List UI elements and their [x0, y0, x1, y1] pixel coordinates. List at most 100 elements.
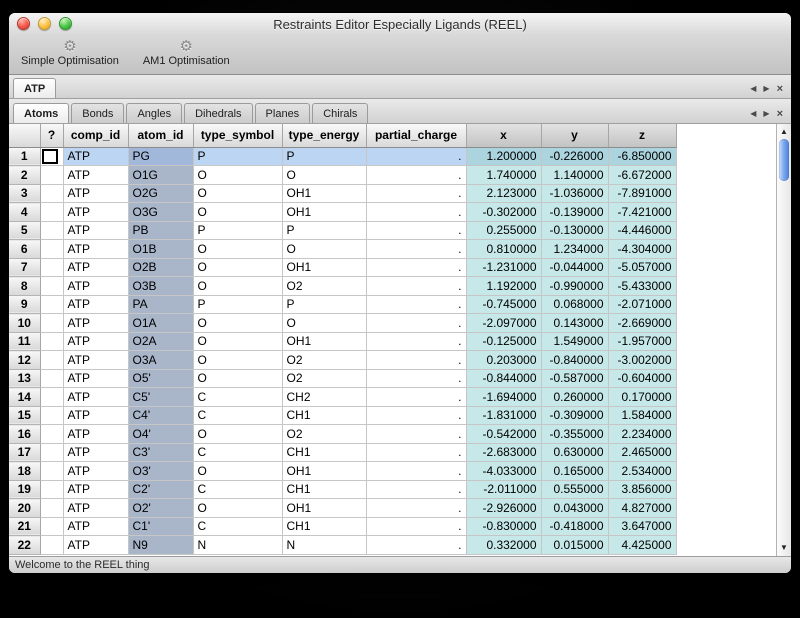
type-energy-cell[interactable]: CH1 [282, 517, 366, 536]
comp-id-cell[interactable]: ATP [63, 351, 128, 370]
check-cell[interactable] [40, 166, 63, 185]
check-cell[interactable] [40, 277, 63, 296]
z-cell[interactable]: -4.304000 [608, 240, 676, 259]
z-cell[interactable]: -1.957000 [608, 332, 676, 351]
tab-scroll-right-icon[interactable]: ▶ [763, 109, 769, 119]
y-cell[interactable]: 1.234000 [541, 240, 608, 259]
z-cell[interactable]: 4.425000 [608, 536, 676, 555]
type-symbol-cell[interactable]: O [193, 258, 282, 277]
z-cell[interactable]: -3.002000 [608, 351, 676, 370]
partial-charge-cell[interactable]: . [366, 221, 466, 240]
table-row[interactable]: 9 ATP PA P P . -0.745000 0.068000 -2.071… [9, 295, 676, 314]
atom-id-cell[interactable]: O1G [128, 166, 193, 185]
z-cell[interactable]: -2.669000 [608, 314, 676, 333]
type-symbol-cell[interactable]: O [193, 240, 282, 259]
partial-charge-cell[interactable]: . [366, 277, 466, 296]
comp-id-cell[interactable]: ATP [63, 462, 128, 481]
atom-id-cell[interactable]: O4' [128, 425, 193, 444]
z-cell[interactable]: 4.827000 [608, 499, 676, 518]
col-header-x[interactable]: x [466, 124, 541, 147]
type-energy-cell[interactable]: O [282, 166, 366, 185]
check-cell[interactable] [40, 499, 63, 518]
tab-atoms[interactable]: Atoms [13, 103, 69, 123]
partial-charge-cell[interactable]: . [366, 332, 466, 351]
type-symbol-cell[interactable]: P [193, 221, 282, 240]
atom-id-cell[interactable]: PA [128, 295, 193, 314]
table-row[interactable]: 19 ATP C2' C CH1 . -2.011000 0.555000 3.… [9, 480, 676, 499]
y-cell[interactable]: 0.165000 [541, 462, 608, 481]
comp-id-cell[interactable]: ATP [63, 480, 128, 499]
partial-charge-cell[interactable]: . [366, 258, 466, 277]
scroll-down-icon[interactable]: ▼ [777, 542, 791, 554]
scrollbar-thumb[interactable] [779, 139, 789, 181]
table-row[interactable]: 17 ATP C3' C CH1 . -2.683000 0.630000 2.… [9, 443, 676, 462]
row-number-cell[interactable]: 8 [9, 277, 40, 296]
row-number-cell[interactable]: 21 [9, 517, 40, 536]
row-number-cell[interactable]: 6 [9, 240, 40, 259]
z-cell[interactable]: -6.672000 [608, 166, 676, 185]
x-cell[interactable]: 1.200000 [466, 147, 541, 166]
table-row[interactable]: 13 ATP O5' O O2 . -0.844000 -0.587000 -0… [9, 369, 676, 388]
comp-id-cell[interactable]: ATP [63, 406, 128, 425]
atom-id-cell[interactable]: O2B [128, 258, 193, 277]
table-row[interactable]: 5 ATP PB P P . 0.255000 -0.130000 -4.446… [9, 221, 676, 240]
z-cell[interactable]: -2.071000 [608, 295, 676, 314]
comp-id-cell[interactable]: ATP [63, 536, 128, 555]
type-symbol-cell[interactable]: O [193, 203, 282, 222]
z-cell[interactable]: -7.891000 [608, 184, 676, 203]
partial-charge-cell[interactable]: . [366, 462, 466, 481]
minimize-window-button[interactable] [38, 17, 51, 30]
x-cell[interactable]: -0.745000 [466, 295, 541, 314]
x-cell[interactable]: -1.231000 [466, 258, 541, 277]
atom-id-cell[interactable]: O2A [128, 332, 193, 351]
table-row[interactable]: 8 ATP O3B O O2 . 1.192000 -0.990000 -5.4… [9, 277, 676, 296]
type-symbol-cell[interactable]: O [193, 351, 282, 370]
partial-charge-cell[interactable]: . [366, 203, 466, 222]
comp-id-cell[interactable]: ATP [63, 425, 128, 444]
type-energy-cell[interactable]: O2 [282, 277, 366, 296]
comp-id-cell[interactable]: ATP [63, 499, 128, 518]
comp-id-cell[interactable]: ATP [63, 258, 128, 277]
tab-close-icon[interactable]: × [777, 109, 783, 119]
type-energy-cell[interactable]: O2 [282, 369, 366, 388]
table-row[interactable]: 2 ATP O1G O O . 1.740000 1.140000 -6.672… [9, 166, 676, 185]
z-cell[interactable]: -5.433000 [608, 277, 676, 296]
partial-charge-cell[interactable]: . [366, 517, 466, 536]
atom-id-cell[interactable]: PB [128, 221, 193, 240]
row-number-cell[interactable]: 1 [9, 147, 40, 166]
scroll-up-icon[interactable]: ▲ [777, 126, 791, 138]
comp-id-cell[interactable]: ATP [63, 203, 128, 222]
table-row[interactable]: 11 ATP O2A O OH1 . -0.125000 1.549000 -1… [9, 332, 676, 351]
atom-id-cell[interactable]: O2' [128, 499, 193, 518]
type-energy-cell[interactable]: O [282, 240, 366, 259]
check-cell[interactable] [40, 388, 63, 407]
y-cell[interactable]: 1.140000 [541, 166, 608, 185]
comp-id-cell[interactable]: ATP [63, 221, 128, 240]
partial-charge-cell[interactable]: . [366, 314, 466, 333]
table-row[interactable]: 10 ATP O1A O O . -2.097000 0.143000 -2.6… [9, 314, 676, 333]
type-energy-cell[interactable]: OH1 [282, 499, 366, 518]
y-cell[interactable]: -0.418000 [541, 517, 608, 536]
check-cell[interactable] [40, 536, 63, 555]
type-energy-cell[interactable]: P [282, 295, 366, 314]
atom-id-cell[interactable]: PG [128, 147, 193, 166]
x-cell[interactable]: -0.125000 [466, 332, 541, 351]
x-cell[interactable]: 2.123000 [466, 184, 541, 203]
partial-charge-cell[interactable]: . [366, 388, 466, 407]
atom-id-cell[interactable]: N9 [128, 536, 193, 555]
row-number-cell[interactable]: 2 [9, 166, 40, 185]
type-symbol-cell[interactable]: C [193, 406, 282, 425]
table-row[interactable]: 22 ATP N9 N N . 0.332000 0.015000 4.4250… [9, 536, 676, 555]
atom-id-cell[interactable]: O5' [128, 369, 193, 388]
type-symbol-cell[interactable]: C [193, 388, 282, 407]
table-row[interactable]: 6 ATP O1B O O . 0.810000 1.234000 -4.304… [9, 240, 676, 259]
type-symbol-cell[interactable]: C [193, 443, 282, 462]
table-row[interactable]: 18 ATP O3' O OH1 . -4.033000 0.165000 2.… [9, 462, 676, 481]
type-symbol-cell[interactable]: N [193, 536, 282, 555]
y-cell[interactable]: -0.226000 [541, 147, 608, 166]
z-cell[interactable]: 3.856000 [608, 480, 676, 499]
atom-id-cell[interactable]: O1A [128, 314, 193, 333]
row-number-cell[interactable]: 10 [9, 314, 40, 333]
y-cell[interactable]: -0.990000 [541, 277, 608, 296]
check-cell[interactable] [40, 295, 63, 314]
